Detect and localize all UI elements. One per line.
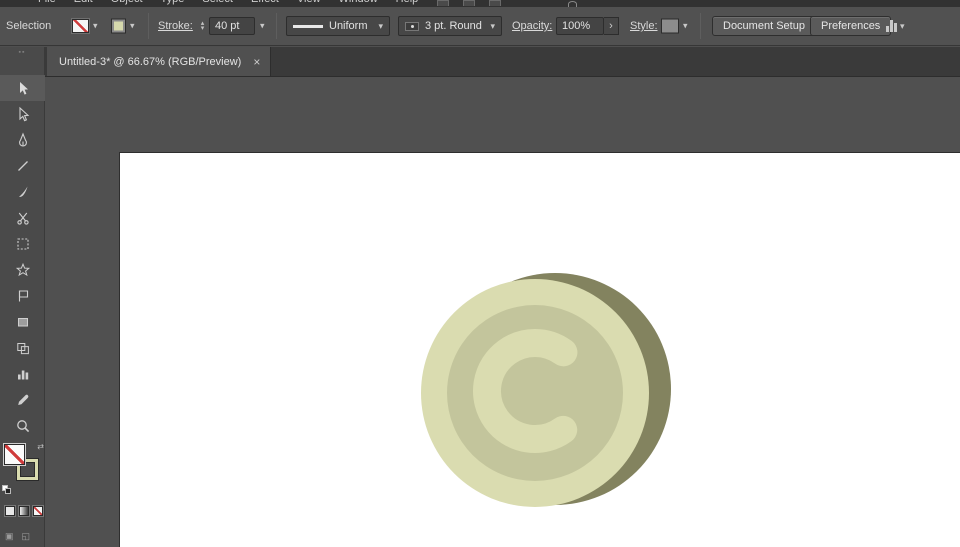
illustrator-window: File Edit Object Type Select Effect View…	[0, 0, 960, 547]
rectangle-tool[interactable]	[0, 309, 45, 335]
selection-tool[interactable]	[0, 75, 45, 101]
stroke-color-swatch[interactable]	[112, 19, 125, 33]
share-icon[interactable]	[489, 0, 501, 6]
menu-bar: File Edit Object Type Select Effect View…	[0, 0, 960, 7]
stroke-profile-icon	[293, 24, 323, 28]
separator	[276, 13, 277, 39]
brush-value: 3 pt. Round	[425, 20, 482, 32]
stepper-down-icon[interactable]: ▾	[201, 25, 205, 32]
document-setup-button[interactable]: Document Setup	[712, 16, 816, 36]
shape-builder-tool[interactable]	[0, 335, 45, 361]
scissors-tool[interactable]	[0, 205, 45, 231]
star-icon	[15, 262, 31, 278]
menu-edit[interactable]: Edit	[74, 0, 93, 7]
brush-preview-icon	[405, 21, 419, 31]
menu-object[interactable]: Object	[111, 0, 143, 7]
line-segment-tool[interactable]	[0, 153, 45, 179]
none-button[interactable]	[33, 506, 43, 516]
opacity-panel-label[interactable]: Opacity:	[512, 20, 552, 32]
fill-color-swatch[interactable]	[72, 19, 89, 33]
chevron-down-icon[interactable]: ▾	[93, 21, 98, 32]
document-tab[interactable]: Untitled-3* @ 66.67% (RGB/Preview) ×	[47, 47, 272, 76]
overlapping-squares-icon	[15, 340, 31, 356]
rectangle-icon	[15, 314, 31, 330]
graphic-style-swatch[interactable]	[661, 18, 679, 34]
chevron-down-icon[interactable]: ▾	[900, 21, 905, 32]
document-layout-icon[interactable]	[463, 0, 475, 6]
menu-items: File Edit Object Type Select Effect View…	[38, 0, 418, 7]
direct-selection-tool[interactable]	[0, 101, 45, 127]
align-options-cluster[interactable]: ▾	[886, 20, 905, 32]
paintbrush-icon	[18, 186, 27, 197]
menu-file[interactable]: File	[38, 0, 56, 7]
dashed-box-icon	[15, 236, 31, 252]
opacity-slider-arrow[interactable]: ›	[604, 17, 619, 35]
close-icon[interactable]: ×	[253, 55, 260, 69]
document-tab-bar: Untitled-3* @ 66.67% (RGB/Preview) ×	[45, 47, 960, 77]
eyedropper-icon	[17, 394, 28, 405]
draw-mode-icons: ▣ ◱	[5, 531, 30, 542]
control-bar: Selection ▾ ▾ Stroke: ▴ ▾ 40 pt ▾ Uniform…	[0, 7, 960, 46]
shaper-tool[interactable]	[0, 257, 45, 283]
panel-grip[interactable]: ▪▪	[0, 47, 44, 57]
gradient-button[interactable]	[19, 506, 29, 516]
align-icon	[886, 20, 897, 32]
chevron-down-icon[interactable]: ▾	[683, 21, 688, 32]
scissors-icon	[15, 210, 31, 226]
canvas[interactable]	[45, 77, 960, 547]
selection-arrow-icon	[19, 82, 28, 95]
paintbrush-tool[interactable]	[0, 179, 45, 205]
stroke-weight-field[interactable]: 40 pt	[209, 17, 255, 35]
eyedropper-tool[interactable]	[0, 387, 45, 413]
magnifier-icon	[15, 418, 31, 434]
tools-panel: ▪▪ ⇄ ▣ ◱	[0, 47, 45, 547]
menu-view[interactable]: View	[297, 0, 321, 7]
coin-artwork[interactable]	[120, 153, 960, 547]
chevron-down-icon[interactable]: ▾	[490, 21, 495, 32]
column-graph-tool[interactable]	[0, 361, 45, 387]
line-icon	[15, 158, 31, 174]
chevron-down-icon[interactable]: ▾	[378, 21, 383, 32]
brush-definition-dropdown[interactable]: 3 pt. Round ▾	[398, 16, 502, 36]
chevron-down-icon[interactable]: ▾	[260, 21, 265, 32]
change-screen-mode-icon[interactable]: ◱	[22, 531, 31, 542]
mesh-tool[interactable]	[0, 283, 45, 309]
width-profile-dropdown[interactable]: Uniform ▾	[286, 16, 390, 36]
menu-window[interactable]: Window	[339, 0, 378, 7]
menu-type[interactable]: Type	[161, 0, 185, 7]
color-button[interactable]	[5, 506, 15, 516]
draw-normal-icon[interactable]: ▣	[5, 531, 14, 542]
fill-proxy-none[interactable]	[4, 444, 25, 465]
zoom-tool[interactable]	[0, 413, 45, 439]
chevron-down-icon[interactable]: ▾	[130, 21, 135, 32]
style-panel-label[interactable]: Style:	[630, 20, 658, 32]
separator	[700, 13, 701, 39]
stroke-weight-stepper[interactable]: ▴ ▾	[198, 20, 207, 32]
swap-fill-stroke-icon[interactable]: ⇄	[37, 442, 44, 451]
free-transform-tool[interactable]	[0, 231, 45, 257]
bar-chart-icon	[17, 370, 28, 380]
arrange-documents-icon[interactable]	[437, 0, 449, 6]
opacity-field[interactable]: 100%	[556, 17, 604, 35]
document-area: Untitled-3* @ 66.67% (RGB/Preview) ×	[45, 47, 960, 547]
direct-selection-arrow-icon	[15, 106, 31, 122]
menu-help[interactable]: Help	[396, 0, 419, 7]
menu-select[interactable]: Select	[202, 0, 233, 7]
artboard[interactable]	[120, 153, 960, 547]
pen-nib-icon	[15, 132, 31, 148]
fill-stroke-indicator: ⇄	[2, 442, 44, 494]
flag-icon	[15, 288, 31, 304]
width-profile-value: Uniform	[329, 20, 368, 32]
pen-tool[interactable]	[0, 127, 45, 153]
color-mode-row	[5, 506, 43, 516]
separator	[148, 13, 149, 39]
default-fill-stroke-icon[interactable]	[2, 485, 11, 494]
document-tab-title: Untitled-3* @ 66.67% (RGB/Preview)	[59, 55, 242, 68]
selection-label: Selection	[6, 20, 52, 32]
menu-effect[interactable]: Effect	[251, 0, 279, 7]
preferences-button[interactable]: Preferences	[810, 16, 892, 36]
stroke-panel-label[interactable]: Stroke:	[158, 20, 193, 32]
